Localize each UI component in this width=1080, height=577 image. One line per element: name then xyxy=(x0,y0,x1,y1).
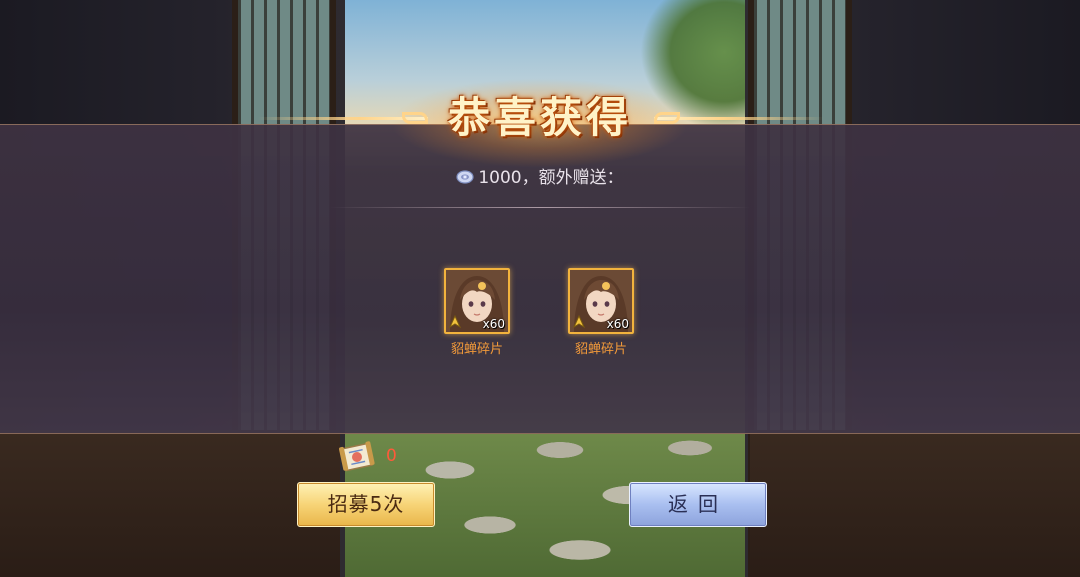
item-count: x60 xyxy=(606,317,629,331)
right-floor xyxy=(750,430,1080,577)
section-divider xyxy=(330,207,750,208)
game-screen: 恭喜获得 1000，额外赠送： x60 貂蝉碎片 x60 貂蝉碎片 0 招募5次… xyxy=(0,0,1080,577)
item-frame: x60 xyxy=(444,268,510,334)
reward-title: 恭喜获得 xyxy=(447,93,632,142)
item-count: x60 xyxy=(482,317,505,331)
reward-item[interactable]: x60 貂蝉碎片 xyxy=(568,268,634,357)
item-name: 貂蝉碎片 xyxy=(450,342,503,357)
reward-item[interactable]: x60 貂蝉碎片 xyxy=(444,268,510,357)
recruit-5-button[interactable]: 招募5次 xyxy=(297,482,435,527)
shard-icon xyxy=(572,315,586,329)
left-floor xyxy=(0,430,340,577)
currency-reward-line: 1000，额外赠送： xyxy=(0,166,1080,190)
recruit-scroll-icon xyxy=(339,441,375,472)
item-frame: x60 xyxy=(568,268,634,334)
ticket-count: 0 xyxy=(386,446,397,466)
item-name: 貂蝉碎片 xyxy=(574,342,627,357)
shard-icon xyxy=(448,315,462,329)
coin-icon xyxy=(456,167,474,184)
back-button[interactable]: 返回 xyxy=(629,482,767,527)
currency-amount-text: 1000，额外赠送： xyxy=(478,168,624,188)
